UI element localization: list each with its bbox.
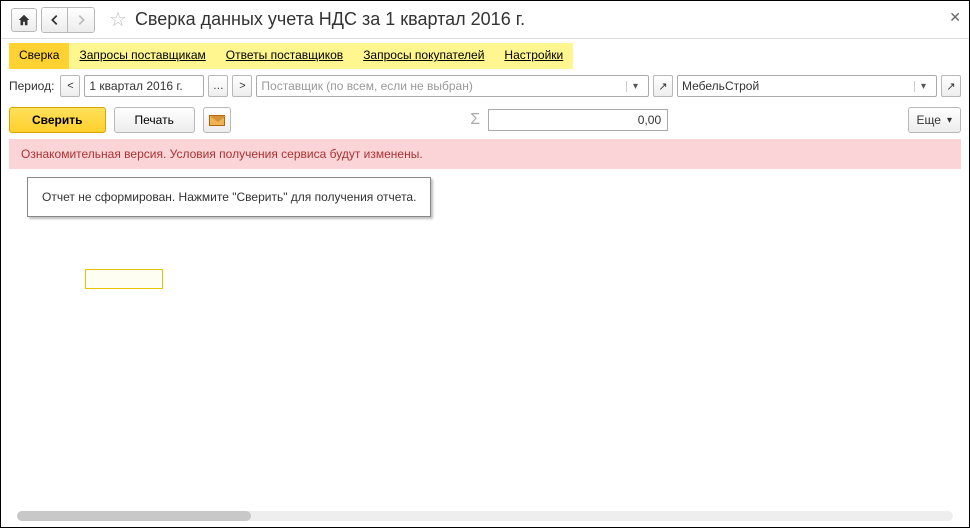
sum-value: 0,00 bbox=[638, 113, 661, 127]
chevron-down-icon: ▾ bbox=[947, 115, 952, 126]
print-button[interactable]: Печать bbox=[114, 107, 195, 133]
forward-button[interactable] bbox=[68, 8, 94, 32]
nav-arrows bbox=[41, 7, 95, 33]
tab-buyer-requests[interactable]: Запросы покупателей bbox=[353, 43, 494, 69]
period-prev-button[interactable]: < bbox=[60, 75, 80, 97]
period-field[interactable]: 1 квартал 2016 г. bbox=[84, 75, 204, 97]
supplier-dropdown-icon[interactable]: ▾ bbox=[626, 81, 644, 92]
supplier-open-button[interactable]: ↗ bbox=[653, 75, 673, 97]
period-value: 1 квартал 2016 г. bbox=[89, 79, 182, 93]
sigma-icon: Σ bbox=[470, 111, 480, 129]
home-icon bbox=[17, 13, 31, 27]
favorite-star-icon[interactable]: ☆ bbox=[109, 7, 127, 32]
horizontal-scrollbar[interactable] bbox=[17, 511, 953, 521]
app-window: ☆ Сверка данных учета НДС за 1 квартал 2… bbox=[0, 0, 970, 528]
back-button[interactable] bbox=[42, 8, 68, 32]
email-button[interactable] bbox=[203, 107, 231, 133]
tab-sverka[interactable]: Сверка bbox=[9, 43, 69, 69]
more-button[interactable]: Еще ▾ bbox=[908, 107, 961, 133]
tab-settings[interactable]: Настройки bbox=[494, 43, 573, 69]
arrow-right-icon bbox=[74, 13, 88, 27]
period-select-button[interactable]: … bbox=[208, 75, 228, 97]
arrow-left-icon bbox=[48, 13, 62, 27]
verify-button[interactable]: Сверить bbox=[9, 107, 106, 133]
close-button[interactable]: ✕ bbox=[949, 9, 961, 26]
supplier-field[interactable]: Поставщик (по всем, если не выбран) ▾ bbox=[256, 75, 649, 97]
trial-banner: Ознакомительная версия. Условия получени… bbox=[9, 139, 961, 169]
tab-bar: Сверка Запросы поставщикам Ответы постав… bbox=[9, 43, 573, 69]
report-area: Отчет не сформирован. Нажмите "Сверить" … bbox=[17, 177, 953, 487]
period-next-button[interactable]: > bbox=[232, 75, 252, 97]
sum-field[interactable]: 0,00 bbox=[488, 109, 668, 131]
home-button[interactable] bbox=[11, 8, 37, 32]
tab-supplier-responses[interactable]: Ответы поставщиков bbox=[216, 43, 353, 69]
toolbar: Сверить Печать Σ 0,00 Еще ▾ bbox=[1, 103, 969, 137]
organization-value: МебельСтрой bbox=[682, 79, 759, 93]
organization-open-button[interactable]: ↗ bbox=[941, 75, 961, 97]
period-label: Период: bbox=[9, 79, 54, 93]
selection-rect bbox=[85, 269, 163, 289]
more-label: Еще bbox=[917, 113, 941, 127]
organization-dropdown-icon[interactable]: ▾ bbox=[914, 81, 932, 92]
filter-row: Период: < 1 квартал 2016 г. … > Поставщи… bbox=[1, 69, 969, 103]
page-title: Сверка данных учета НДС за 1 квартал 201… bbox=[135, 9, 525, 30]
titlebar: ☆ Сверка данных учета НДС за 1 квартал 2… bbox=[1, 1, 969, 39]
organization-field[interactable]: МебельСтрой ▾ bbox=[677, 75, 937, 97]
supplier-placeholder: Поставщик (по всем, если не выбран) bbox=[261, 79, 472, 93]
envelope-icon bbox=[209, 115, 225, 126]
report-empty-message: Отчет не сформирован. Нажмите "Сверить" … bbox=[27, 177, 431, 217]
tab-supplier-requests[interactable]: Запросы поставщикам bbox=[69, 43, 215, 69]
scrollbar-thumb[interactable] bbox=[17, 511, 251, 521]
